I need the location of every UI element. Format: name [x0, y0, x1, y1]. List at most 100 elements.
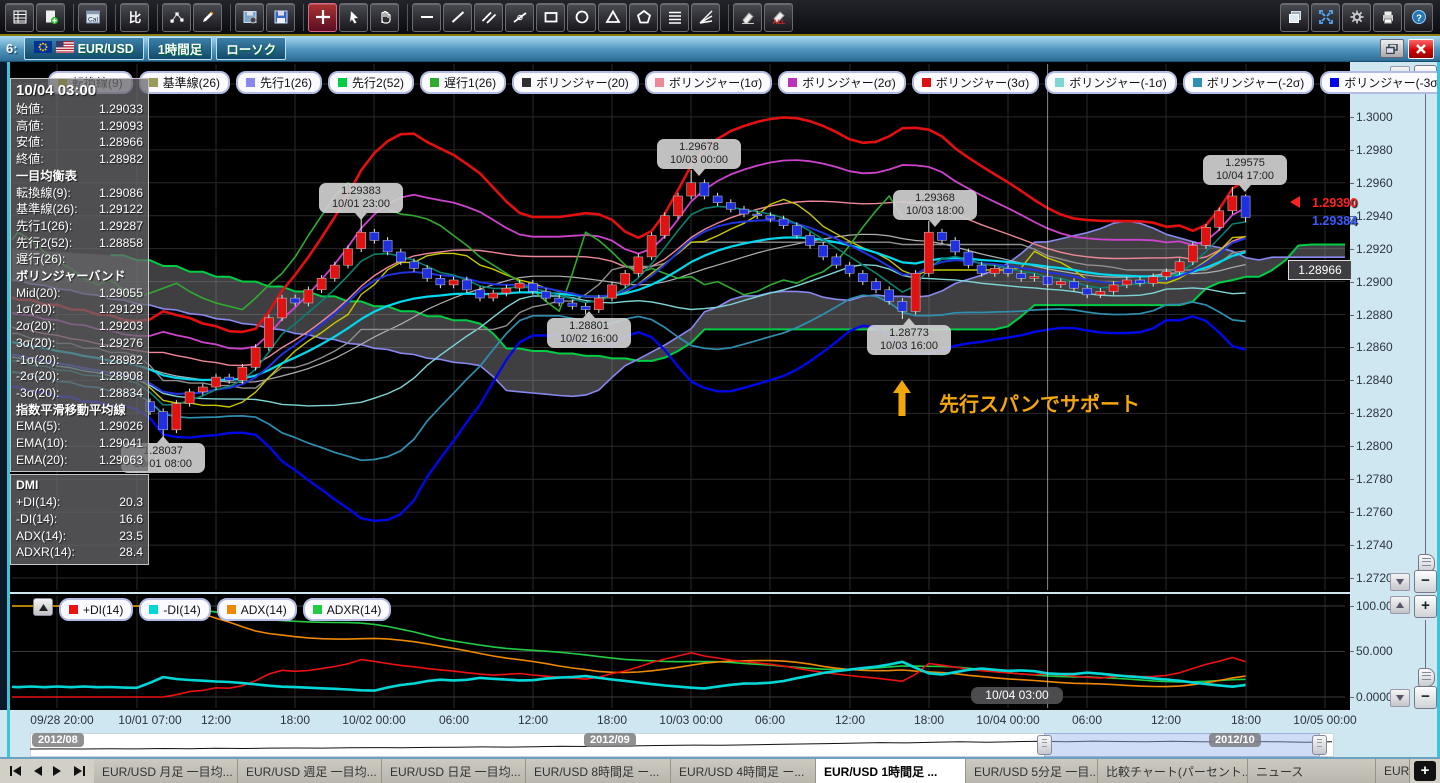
- account-list-tool-button[interactable]: [5, 3, 34, 32]
- hand-tool-button[interactable]: [370, 3, 399, 32]
- prev-tab-button[interactable]: [27, 762, 46, 781]
- print-tool-button[interactable]: [1373, 3, 1402, 32]
- time-tick-label: 18:00: [597, 713, 627, 727]
- overview-right-handle[interactable]: [1312, 735, 1327, 755]
- legend-item[interactable]: 基準線(26): [139, 71, 230, 94]
- collapse-subchart-button[interactable]: [33, 598, 53, 616]
- time-tick-label: 06:00: [1072, 713, 1102, 727]
- legend-item[interactable]: -DI(14): [139, 598, 210, 621]
- pentagon-tool-button[interactable]: [629, 3, 658, 32]
- add-tab-button[interactable]: +: [1414, 761, 1436, 781]
- chart-area: 転換線(9)基準線(26)先行1(26)先行2(52)遅行1(26)ボリンジャー…: [0, 62, 1440, 757]
- legend-item[interactable]: 遅行1(26): [420, 71, 506, 94]
- legend-item[interactable]: ボリンジャー(20): [512, 71, 639, 94]
- eu-flag-icon: [34, 41, 52, 56]
- overview-selection[interactable]: [1044, 733, 1320, 757]
- legend-item[interactable]: ボリンジャー(-1σ): [1045, 71, 1176, 94]
- fibonacci-tool-button[interactable]: [660, 3, 689, 32]
- legend-item[interactable]: ボリンジャー(2σ): [778, 71, 905, 94]
- settings-tool-button[interactable]: [1342, 3, 1371, 32]
- candle: [977, 265, 986, 273]
- ellipse-tool-button[interactable]: [567, 3, 596, 32]
- chart-tab[interactable]: EUR/USD 4時間足 ー...: [671, 759, 816, 783]
- save-settings-tool-button[interactable]: [235, 3, 264, 32]
- last-tab-button[interactable]: [69, 762, 88, 781]
- series-color-swatch: [227, 605, 236, 614]
- panel-row: 1σ(20):1.29129: [16, 301, 143, 318]
- help-tool-button[interactable]: ?: [1404, 3, 1433, 32]
- legend-item[interactable]: ADXR(14): [303, 598, 392, 621]
- chart-tab[interactable]: EUR/USD 週足 一目均...: [238, 759, 382, 783]
- main-zoom-track[interactable]: [1425, 92, 1426, 570]
- new-document-tool-button[interactable]: [36, 3, 65, 32]
- symbol-label: EUR/USD: [78, 42, 134, 56]
- next-tab-button[interactable]: [48, 762, 67, 781]
- sub-zoom-in-button[interactable]: +: [1414, 595, 1437, 618]
- candle: [555, 298, 564, 303]
- symbol-selector[interactable]: EUR/USD: [24, 37, 144, 60]
- series-color-swatch: [149, 605, 158, 614]
- trend-line-tool-button[interactable]: [443, 3, 472, 32]
- price-scroll-down-button[interactable]: [1390, 573, 1410, 591]
- chart-tab[interactable]: 比較チャート(パーセント...: [1098, 759, 1248, 783]
- sub-zoom-out-button[interactable]: −: [1414, 686, 1437, 709]
- svg-text:?: ?: [1416, 13, 1422, 24]
- panel-row: EMA(10):1.29041: [16, 435, 143, 452]
- candle: [436, 278, 445, 285]
- main-zoom-out-button[interactable]: −: [1414, 570, 1437, 593]
- panel-row: 始値:1.29033: [16, 101, 143, 118]
- chart-type-selector[interactable]: ローソク: [216, 37, 286, 60]
- fullscreen-tool-button[interactable]: [1311, 3, 1340, 32]
- compare-tool-button[interactable]: 比: [120, 3, 149, 32]
- panel-row: -DI(14):16.6: [16, 511, 143, 528]
- candle: [792, 226, 801, 236]
- rectangle-tool-button[interactable]: [536, 3, 565, 32]
- candle: [1109, 285, 1118, 292]
- eraser-tool-button[interactable]: [733, 3, 762, 32]
- price-tick-label: 1.2780: [1356, 472, 1393, 486]
- legend-item[interactable]: ボリンジャー(-3σ): [1320, 71, 1440, 94]
- restore-window-button[interactable]: [1380, 39, 1404, 58]
- chart-tab[interactable]: EUR: [1376, 759, 1410, 783]
- legend-item[interactable]: ボリンジャー(1σ): [645, 71, 772, 94]
- nodes-tool-button[interactable]: [162, 3, 191, 32]
- parallel-lines-tool-button[interactable]: [474, 3, 503, 32]
- legend-item[interactable]: +DI(14): [59, 598, 133, 621]
- ray-line-tool-button[interactable]: [505, 3, 534, 32]
- dmi-scroll-up-button[interactable]: [1390, 596, 1410, 614]
- up-arrow-icon: [893, 380, 911, 416]
- legend-item[interactable]: ボリンジャー(3σ): [912, 71, 1039, 94]
- legend-item[interactable]: 先行1(26): [236, 71, 322, 94]
- calendar-tool-button[interactable]: Cal: [78, 3, 107, 32]
- save-tool-button[interactable]: [266, 3, 295, 32]
- sub-zoom-slider[interactable]: [1418, 668, 1435, 687]
- sub-zoom-track[interactable]: [1425, 620, 1426, 668]
- support-annotation[interactable]: 先行スパンでサポート: [893, 380, 1140, 417]
- crosshair-tool-button[interactable]: [308, 3, 337, 32]
- triangle-tool-button[interactable]: [598, 3, 627, 32]
- annotation-text: 先行スパンでサポート: [939, 388, 1140, 417]
- chart-tab[interactable]: ニュース: [1248, 759, 1376, 783]
- horizontal-line-icon: [419, 9, 435, 25]
- timeframe-selector[interactable]: 1時間足: [148, 37, 212, 60]
- horizontal-line-tool-button[interactable]: [412, 3, 441, 32]
- candle: [1096, 292, 1105, 295]
- first-tab-button[interactable]: [6, 762, 25, 781]
- cursor-tool-button[interactable]: [339, 3, 368, 32]
- chart-tab[interactable]: EUR/USD 月足 一目均...: [94, 759, 238, 783]
- overview-left-handle[interactable]: [1037, 735, 1052, 755]
- close-window-button[interactable]: [1408, 39, 1434, 59]
- legend-item[interactable]: ボリンジャー(-2σ): [1183, 71, 1314, 94]
- chart-tab[interactable]: EUR/USD 日足 一目均...: [382, 759, 526, 783]
- windows-tool-button[interactable]: [1280, 3, 1309, 32]
- legend-item[interactable]: ADX(14): [217, 598, 297, 621]
- candle: [1241, 196, 1250, 217]
- chart-tab[interactable]: EUR/USD 5分足 一目...: [966, 759, 1098, 783]
- dmi-scroll-down-button[interactable]: [1390, 689, 1410, 707]
- pencil-tool-button[interactable]: [193, 3, 222, 32]
- fan-lines-tool-button[interactable]: [691, 3, 720, 32]
- legend-item[interactable]: 先行2(52): [328, 71, 414, 94]
- eraser-all-tool-button[interactable]: ALL: [764, 3, 793, 32]
- chart-tab[interactable]: EUR/USD 1時間足 ...: [816, 759, 966, 783]
- chart-tab[interactable]: EUR/USD 8時間足 ー...: [526, 759, 671, 783]
